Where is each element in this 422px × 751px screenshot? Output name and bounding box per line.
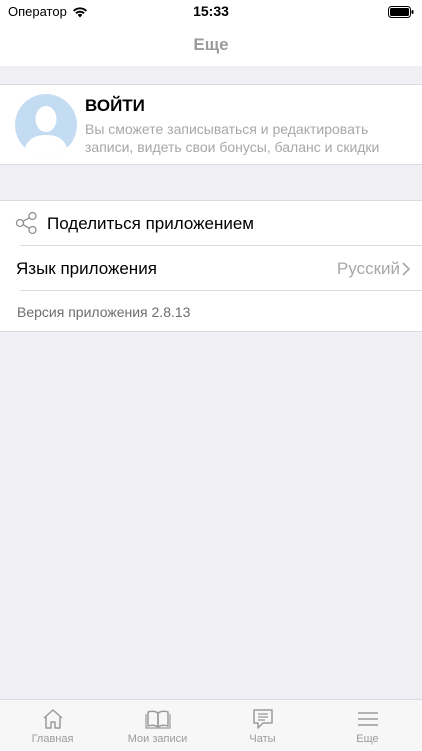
- chevron-right-icon: [402, 262, 410, 276]
- language-value: Русский: [336, 259, 400, 278]
- navigation-bar: Еще: [0, 22, 422, 66]
- chat-icon: [252, 709, 273, 729]
- tab-chats-label: Чаты: [249, 733, 276, 745]
- login-section[interactable]: ВОЙТИ Вы сможете записываться и редактир…: [0, 84, 422, 165]
- language-label: Язык приложения: [16, 259, 157, 278]
- tab-chats[interactable]: Чаты: [210, 700, 315, 751]
- user-placeholder-icon: [24, 106, 68, 156]
- home-icon: [43, 709, 62, 729]
- share-app-row[interactable]: Поделиться приложением: [0, 201, 422, 245]
- menu-icon: [357, 712, 378, 726]
- avatar: [15, 94, 77, 156]
- tab-more-label: Еще: [356, 733, 379, 745]
- tab-my-bookings-label: Мои записи: [127, 733, 188, 745]
- tab-home[interactable]: Главная: [0, 700, 105, 751]
- divider: [20, 290, 422, 291]
- login-title[interactable]: ВОЙТИ: [85, 96, 145, 116]
- login-subtitle: Вы сможете записываться и редактировать …: [85, 121, 380, 155]
- tab-bar: Главная Мои записи Чаты Еще: [0, 699, 422, 751]
- tab-more[interactable]: Еще: [315, 700, 420, 751]
- settings-menu: Поделиться приложением Язык приложения Р…: [0, 200, 422, 332]
- share-app-label: Поделиться приложением: [47, 214, 254, 233]
- language-row[interactable]: Язык приложения Русский: [0, 246, 422, 290]
- status-bar: Оператор 15:33: [0, 0, 422, 22]
- book-icon: [144, 710, 171, 729]
- share-icon: [15, 211, 37, 235]
- app-version: Версия приложения 2.8.13: [17, 304, 191, 320]
- tab-my-bookings[interactable]: Мои записи: [105, 700, 210, 751]
- status-time: 15:33: [193, 3, 229, 19]
- battery-icon: [388, 5, 414, 23]
- page-title: Еще: [193, 35, 229, 54]
- tab-home-label: Главная: [31, 733, 74, 745]
